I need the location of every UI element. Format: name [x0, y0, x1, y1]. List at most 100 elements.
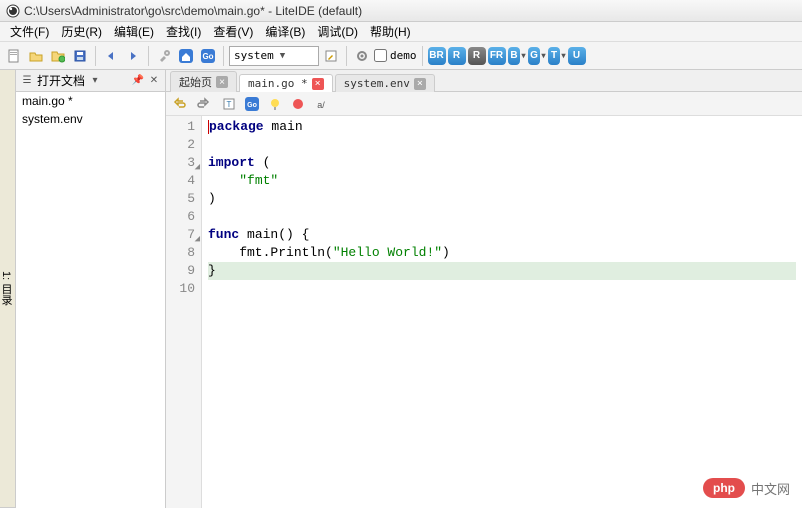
code-line[interactable] — [208, 208, 796, 226]
main-area: 1: 目录 2: 打开文档 3: 类视图 4: 大纲 5: Package浏览 … — [0, 70, 802, 508]
undo-button[interactable] — [170, 94, 190, 114]
badge-t[interactable]: T▾ — [548, 47, 566, 65]
suggest-button[interactable] — [265, 94, 285, 114]
menu-help[interactable]: 帮助(H) — [364, 21, 417, 42]
go-button[interactable]: Go — [198, 46, 218, 66]
menubar: 文件(F) 历史(R) 编辑(E) 查找(I) 查看(V) 编译(B) 调试(D… — [0, 22, 802, 42]
tab-label: 起始页 — [179, 74, 212, 90]
toolbar-separator — [223, 46, 224, 66]
save-button[interactable] — [70, 46, 90, 66]
code-line[interactable]: import ( — [208, 154, 796, 172]
editor-tabbar: 起始页 × main.go * × system.env × — [166, 70, 802, 92]
back-button[interactable] — [101, 46, 121, 66]
badge-b[interactable]: B▾ — [508, 47, 526, 65]
tab-system-env[interactable]: system.env × — [335, 74, 435, 92]
tab-startpage[interactable]: 起始页 × — [170, 71, 237, 92]
demo-checkbox-input[interactable] — [374, 49, 387, 62]
tab-close-icon[interactable]: × — [414, 78, 426, 90]
line-number: 9 — [168, 262, 195, 280]
menu-file[interactable]: 文件(F) — [4, 21, 55, 42]
app-icon — [6, 4, 20, 18]
code-body[interactable]: package main import ( "fmt") func main() {… — [202, 116, 802, 508]
badge-br[interactable]: BR — [428, 47, 446, 65]
tab-label: main.go * — [248, 77, 308, 90]
line-number: 10 — [168, 280, 195, 298]
case-button[interactable]: a/ — [311, 94, 331, 114]
tab-close-icon[interactable]: × — [216, 76, 228, 88]
tab-main-go[interactable]: main.go * × — [239, 74, 333, 92]
code-line[interactable]: package main — [208, 118, 796, 136]
badge-r2[interactable]: R — [468, 47, 486, 65]
code-line[interactable] — [208, 136, 796, 154]
redo-button[interactable] — [193, 94, 213, 114]
menu-view[interactable]: 查看(V) — [207, 21, 259, 42]
watermark-text: 中文网 — [751, 479, 790, 498]
window-title: C:\Users\Administrator\go\src\demo\main.… — [24, 4, 362, 18]
new-folder-button[interactable] — [26, 46, 46, 66]
new-file-button[interactable] — [4, 46, 24, 66]
panel-dropdown-icon[interactable]: ▾ — [88, 74, 102, 88]
code-line[interactable]: "fmt" — [208, 172, 796, 190]
line-number: 2 — [168, 136, 195, 154]
go-doc-button[interactable]: Go — [242, 94, 262, 114]
edit-env-button[interactable] — [321, 46, 341, 66]
settings-button[interactable] — [352, 46, 372, 66]
env-combo[interactable]: system▼ — [229, 46, 319, 66]
toolbar-separator — [346, 46, 347, 66]
menu-debug[interactable]: 调试(D) — [311, 21, 364, 42]
code-line[interactable]: ) — [208, 190, 796, 208]
code-editor[interactable]: 123◢4567◢8910 package mainimport ( "fmt"… — [166, 116, 802, 508]
record-button[interactable] — [288, 94, 308, 114]
line-number: 7◢ — [168, 226, 195, 244]
main-toolbar: Go system▼ demo BR R R FR B▾ G▾ T▾ U — [0, 42, 802, 70]
open-file-item[interactable]: main.go * — [16, 92, 165, 110]
badge-g[interactable]: G▾ — [528, 47, 546, 65]
tools-button[interactable] — [154, 46, 174, 66]
code-line[interactable] — [208, 280, 796, 298]
code-line[interactable]: fmt.Println("Hello World!") — [208, 244, 796, 262]
open-file-list: main.go * system.env — [16, 92, 165, 508]
watermark: php 中文网 — [703, 478, 790, 498]
side-panel: ☰ 打开文档 ▾ 📌 ✕ main.go * system.env — [16, 70, 166, 508]
svg-text:Go: Go — [247, 102, 257, 109]
line-number: 1 — [168, 118, 195, 136]
side-panel-header: ☰ 打开文档 ▾ 📌 ✕ — [16, 70, 165, 92]
toolbar-separator — [422, 46, 423, 66]
code-line[interactable]: func main() { — [208, 226, 796, 244]
badge-u[interactable]: U — [568, 47, 586, 65]
open-button[interactable] — [48, 46, 68, 66]
line-gutter: 123◢4567◢8910 — [166, 116, 202, 508]
demo-checkbox[interactable]: demo — [374, 49, 417, 62]
toolbar-separator — [95, 46, 96, 66]
panel-close-icon[interactable]: ✕ — [147, 74, 161, 88]
panel-pin-icon[interactable]: 📌 — [131, 74, 145, 88]
env-combo-value: system — [234, 49, 274, 62]
code-line[interactable]: } — [208, 262, 796, 280]
line-number: 8 — [168, 244, 195, 262]
menu-find[interactable]: 查找(I) — [160, 21, 207, 42]
menu-build[interactable]: 编译(B) — [259, 21, 311, 42]
svg-text:a/: a/ — [317, 100, 325, 110]
svg-text:T: T — [227, 100, 232, 109]
demo-checkbox-label: demo — [390, 49, 417, 62]
badge-fr[interactable]: FR — [488, 47, 506, 65]
badge-r[interactable]: R — [448, 47, 466, 65]
fold-icon[interactable]: ◢ — [195, 230, 200, 248]
text-button[interactable]: T — [219, 94, 239, 114]
tab-label: system.env — [344, 77, 410, 90]
tab-close-icon[interactable]: × — [312, 78, 324, 90]
menu-history[interactable]: 历史(R) — [55, 21, 108, 42]
fold-icon[interactable]: ◢ — [195, 158, 200, 176]
menu-edit[interactable]: 编辑(E) — [108, 21, 160, 42]
forward-button[interactable] — [123, 46, 143, 66]
svg-text:Go: Go — [202, 52, 213, 61]
line-number: 5 — [168, 190, 195, 208]
open-file-item[interactable]: system.env — [16, 110, 165, 128]
gutter-tab-dir[interactable]: 1: 目录 — [0, 70, 15, 508]
line-number: 3◢ — [168, 154, 195, 172]
watermark-brand: php — [703, 478, 745, 498]
home-button[interactable] — [176, 46, 196, 66]
panel-menu-icon[interactable]: ☰ — [20, 74, 34, 88]
left-gutter: 1: 目录 2: 打开文档 3: 类视图 4: 大纲 5: Package浏览 … — [0, 70, 16, 508]
editor-area: 起始页 × main.go * × system.env × T Go a/ 123◢… — [166, 70, 802, 508]
